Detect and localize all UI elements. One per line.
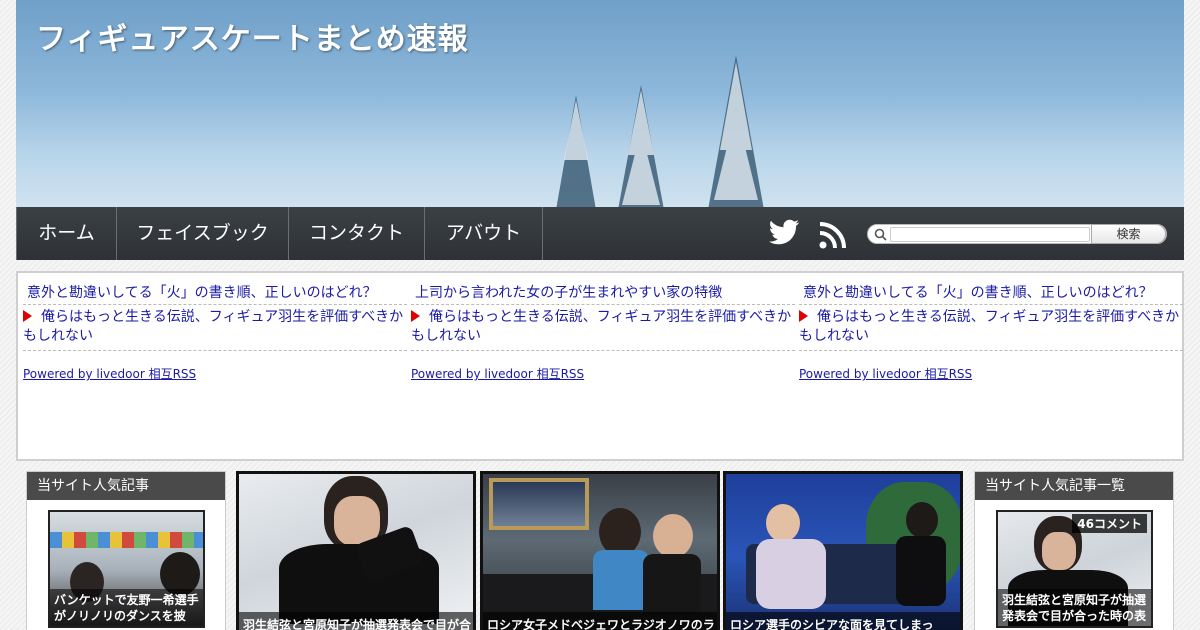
colorful-wall-image (50, 532, 203, 548)
popular-articles-widget: 当サイト人気記事 バンケットで友野一希選手がノリノリのダンスを披 (26, 471, 226, 630)
site-title[interactable]: フィギュアスケートまとめ速報 (36, 14, 469, 58)
nav-about[interactable]: アバウト (425, 207, 543, 260)
nav-home[interactable]: ホーム (16, 207, 117, 260)
bullet-triangle-icon (411, 310, 420, 322)
rss-link[interactable]: 意外と勘違いしてる「火」の書き順、正しいのはどれ？ (23, 281, 407, 305)
rss-link[interactable]: 俺らはもっと生きる伝説、フィギュア羽生を評価すべきかもしれない (411, 305, 795, 351)
person-image (599, 508, 641, 556)
powered-by-link[interactable]: Powered by livedoor 相互RSS (411, 365, 584, 382)
comment-count-badge: 46コメント (1072, 514, 1147, 533)
person-jacket-image (643, 554, 701, 614)
feature-caption: 羽生結弦と宮原知子が抽選発表会で目が合 (239, 612, 473, 630)
bullet-triangle-icon (799, 310, 808, 322)
person-image (653, 514, 693, 558)
rss-link[interactable]: 俺らはもっと生きる伝説、フィギュア羽生を評価すべきかもしれない (799, 305, 1183, 351)
rss-icon[interactable] (819, 221, 847, 249)
search-input[interactable] (890, 227, 1090, 242)
skater-face-image (1042, 532, 1076, 570)
popular-articles-list-widget: 当サイト人気記事一覧 46コメント 羽生結弦と宮原知子が抽選発表会で目が合った時… (974, 471, 1174, 630)
widget-title: 当サイト人気記事 (27, 472, 225, 500)
powered-by-link[interactable]: Powered by livedoor 相互RSS (799, 365, 972, 382)
feature-article-card[interactable]: 羽生結弦と宮原知子が抽選発表会で目が合 (236, 471, 476, 630)
article-thumbnail[interactable]: バンケットで友野一希選手がノリノリのダンスを披 (48, 510, 205, 628)
search-form: 検索 (867, 224, 1167, 244)
person-image (906, 502, 938, 538)
twitter-icon[interactable] (768, 219, 800, 247)
rss-column: 意外と勘違いしてる「火」の書き順、正しいのはどれ？ 俺らはもっと生きる伝説、フィ… (23, 281, 407, 381)
search-icon (874, 228, 887, 241)
feature-caption: ロシア女子メドベジェワとラジオノワのラ (483, 612, 717, 630)
feature-article-card[interactable]: ロシア選手のシビアな面を見てしまっ (723, 471, 963, 630)
main-navigation: ホーム フェイスブック コンタクト アバウト 検索 (16, 207, 1184, 260)
rss-link-text: 俺らはもっと生きる伝説、フィギュア羽生を評価すべきかもしれない (411, 309, 792, 344)
nav-facebook[interactable]: フェイスブック (117, 207, 289, 260)
header-banner: フィギュアスケートまとめ速報 (16, 0, 1184, 207)
mutual-rss-box: 意外と勘違いしてる「火」の書き順、正しいのはどれ？ 俺らはもっと生きる伝説、フィ… (16, 271, 1184, 461)
rss-link-text: 俺らはもっと生きる伝説、フィギュア羽生を評価すべきかもしれない (799, 309, 1180, 344)
rss-link[interactable]: 上司から言われた女の子が生まれやすい家の特徴 (411, 281, 795, 305)
rss-link[interactable]: 俺らはもっと生きる伝説、フィギュア羽生を評価すべきかもしれない (23, 305, 407, 351)
wall-picture-image (489, 478, 589, 530)
person-image (896, 536, 946, 606)
rss-link[interactable]: 意外と勘違いしてる「火」の書き順、正しいのはどれ？ (799, 281, 1183, 305)
search-button[interactable]: 検索 (1091, 224, 1166, 244)
article-thumbnail[interactable]: 46コメント 羽生結弦と宮原知子が抽選発表会で目が合った時の表 (996, 510, 1153, 628)
thumbnail-caption: 羽生結弦と宮原知子が抽選発表会で目が合った時の表 (998, 589, 1151, 626)
bullet-triangle-icon (23, 310, 32, 322)
widget-title: 当サイト人気記事一覧 (975, 472, 1173, 500)
person-image (756, 539, 826, 609)
thumbnail-caption: バンケットで友野一希選手がノリノリのダンスを披 (50, 589, 203, 626)
feature-caption: ロシア選手のシビアな面を見てしまっ (726, 612, 960, 630)
person-image (766, 504, 800, 542)
snowy-trees-image (556, 55, 764, 207)
rss-link-text: 俺らはもっと生きる伝説、フィギュア羽生を評価すべきかもしれない (23, 309, 404, 344)
feature-article-card[interactable]: ロシア女子メドベジェワとラジオノワのラ (480, 471, 720, 630)
rss-column: 意外と勘違いしてる「火」の書き順、正しいのはどれ？ 俺らはもっと生きる伝説、フィ… (799, 281, 1183, 381)
powered-by-link[interactable]: Powered by livedoor 相互RSS (23, 365, 196, 382)
rss-column: 上司から言われた女の子が生まれやすい家の特徴 俺らはもっと生きる伝説、フィギュア… (411, 281, 795, 381)
person-jacket-image (593, 550, 649, 610)
nav-contact[interactable]: コンタクト (289, 207, 425, 260)
